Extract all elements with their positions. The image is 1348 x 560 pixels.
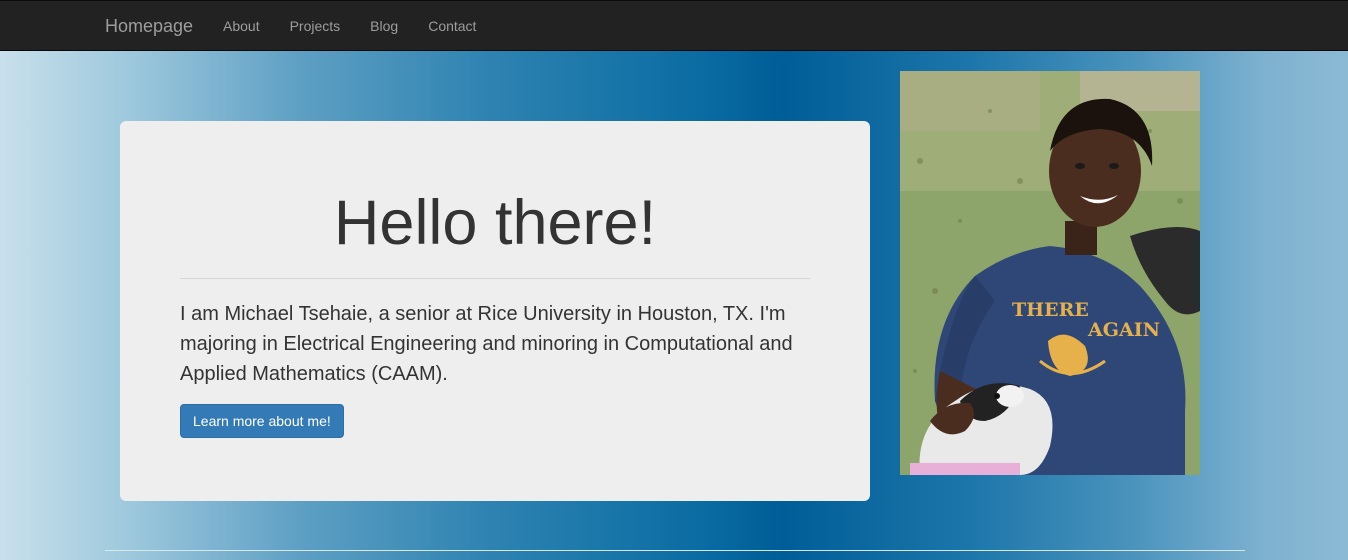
nav-links: About Projects Blog Contact xyxy=(208,1,491,51)
hero-title: Hello there! xyxy=(333,188,657,258)
footer-divider xyxy=(105,550,1245,551)
nav-link-blog[interactable]: Blog xyxy=(355,1,413,51)
svg-text:THERE: THERE xyxy=(1012,299,1089,321)
nav-item-contact: Contact xyxy=(413,1,491,51)
nav-item-projects: Projects xyxy=(275,1,356,51)
nav-link-about[interactable]: About xyxy=(208,1,275,51)
intro-jumbotron: Hello there! I am Michael Tsehaie, a sen… xyxy=(120,121,870,501)
hero-description: I am Michael Tsehaie, a senior at Rice U… xyxy=(180,303,793,385)
hero-divider xyxy=(180,278,810,279)
profile-photo: THERE AGAIN xyxy=(900,71,1200,475)
top-navbar: Homepage About Projects Blog Contact xyxy=(0,0,1348,51)
learn-more-button[interactable]: Learn more about me! xyxy=(180,404,344,438)
profile-photo-illustration: THERE AGAIN xyxy=(900,71,1200,475)
svg-text:AGAIN: AGAIN xyxy=(1087,319,1160,341)
brand-link[interactable]: Homepage xyxy=(105,16,193,36)
nav-link-projects[interactable]: Projects xyxy=(275,1,356,51)
nav-item-blog: Blog xyxy=(355,1,413,51)
nav-item-about: About xyxy=(208,1,275,51)
nav-link-contact[interactable]: Contact xyxy=(413,1,491,51)
